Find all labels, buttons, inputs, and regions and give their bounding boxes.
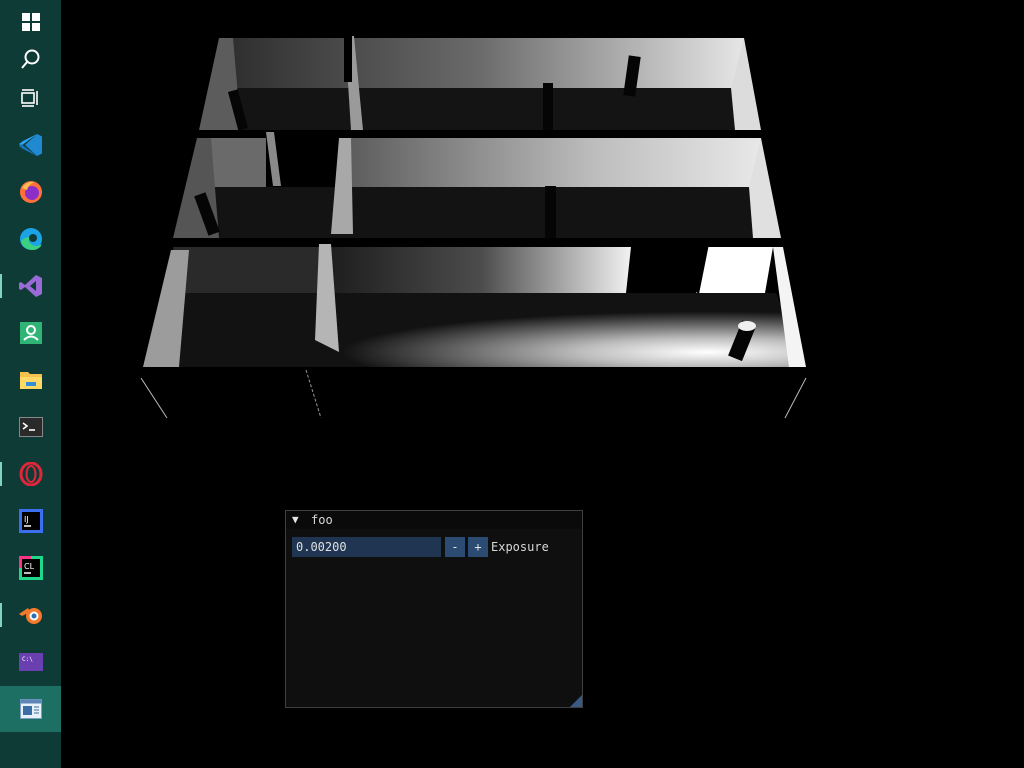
back-wall-row-3c bbox=[696, 247, 773, 293]
contacts-app-button[interactable] bbox=[0, 311, 61, 355]
floor-row-1 bbox=[201, 87, 744, 130]
floor-row-3 bbox=[143, 293, 806, 367]
contacts-app-icon bbox=[19, 322, 42, 344]
search-icon bbox=[20, 49, 39, 69]
opera-icon bbox=[19, 462, 42, 486]
vscode-icon bbox=[18, 134, 42, 156]
running-app-icon bbox=[19, 699, 42, 719]
vscode-button[interactable] bbox=[0, 123, 61, 167]
exposure-input[interactable]: 0.00200 bbox=[292, 537, 441, 557]
pillar-1 bbox=[543, 83, 553, 130]
imgui-window[interactable]: ▼ foo 0.00200 - + Exposure bbox=[285, 510, 583, 708]
firefox-button[interactable] bbox=[0, 170, 61, 214]
running-indicator bbox=[0, 462, 2, 486]
taskbar: IJ CL C:\ bbox=[0, 0, 61, 768]
separator-2b bbox=[706, 238, 781, 246]
pillar-6-cap bbox=[738, 321, 756, 331]
terminal-button[interactable] bbox=[0, 405, 61, 449]
back-wall-row-1 bbox=[211, 38, 744, 88]
dev-console-icon: C:\ bbox=[18, 653, 43, 671]
edge-left bbox=[140, 377, 168, 419]
imgui-title-bar[interactable]: ▼ foo bbox=[286, 511, 582, 529]
edge-mid bbox=[305, 369, 322, 419]
intellij-icon: IJ bbox=[18, 509, 43, 533]
clion-button[interactable]: CL bbox=[0, 546, 61, 590]
separator-2 bbox=[164, 238, 631, 246]
blender-button[interactable] bbox=[0, 593, 61, 637]
search-button[interactable] bbox=[0, 37, 61, 81]
floor-row-2 bbox=[173, 187, 766, 238]
separator-1 bbox=[191, 130, 763, 138]
edge-button[interactable] bbox=[0, 217, 61, 261]
opera-button[interactable] bbox=[0, 452, 61, 496]
running-app-button[interactable] bbox=[0, 686, 61, 732]
file-explorer-button[interactable] bbox=[0, 358, 61, 402]
increment-button[interactable]: + bbox=[468, 537, 488, 557]
task-view-button[interactable] bbox=[0, 76, 61, 120]
edge-icon bbox=[19, 228, 42, 250]
terminal-icon bbox=[18, 417, 43, 437]
divider-row-2a bbox=[266, 132, 281, 186]
running-indicator bbox=[0, 274, 2, 298]
exposure-label: Exposure bbox=[491, 540, 549, 554]
file-explorer-icon bbox=[19, 372, 42, 389]
dev-console-button[interactable]: C:\ bbox=[0, 640, 61, 684]
visual-studio-icon bbox=[18, 275, 42, 297]
pillar-4 bbox=[545, 186, 556, 238]
intellij-button[interactable]: IJ bbox=[0, 499, 61, 543]
divider-row-1a-edge bbox=[344, 36, 352, 82]
back-wall-row-2b bbox=[343, 138, 761, 187]
blender-icon bbox=[18, 608, 42, 624]
svg-text:CL: CL bbox=[24, 562, 35, 571]
back-wall-row-3a bbox=[173, 247, 321, 293]
divider-row-2b bbox=[331, 138, 353, 234]
visual-studio-button[interactable] bbox=[0, 264, 61, 308]
resize-grip[interactable] bbox=[570, 695, 582, 707]
back-wall-row-3b bbox=[331, 247, 631, 293]
svg-text:C:\: C:\ bbox=[22, 656, 33, 663]
windows-start-icon bbox=[21, 13, 40, 31]
clion-icon: CL bbox=[18, 556, 43, 580]
svg-text:IJ: IJ bbox=[24, 515, 29, 524]
running-indicator bbox=[0, 603, 2, 627]
window-title: foo bbox=[311, 513, 333, 527]
edge-right bbox=[784, 377, 807, 419]
collapse-arrow-icon[interactable]: ▼ bbox=[292, 511, 299, 529]
firefox-icon bbox=[19, 181, 42, 203]
decrement-button[interactable]: - bbox=[445, 537, 465, 557]
task-view-icon bbox=[20, 89, 38, 107]
